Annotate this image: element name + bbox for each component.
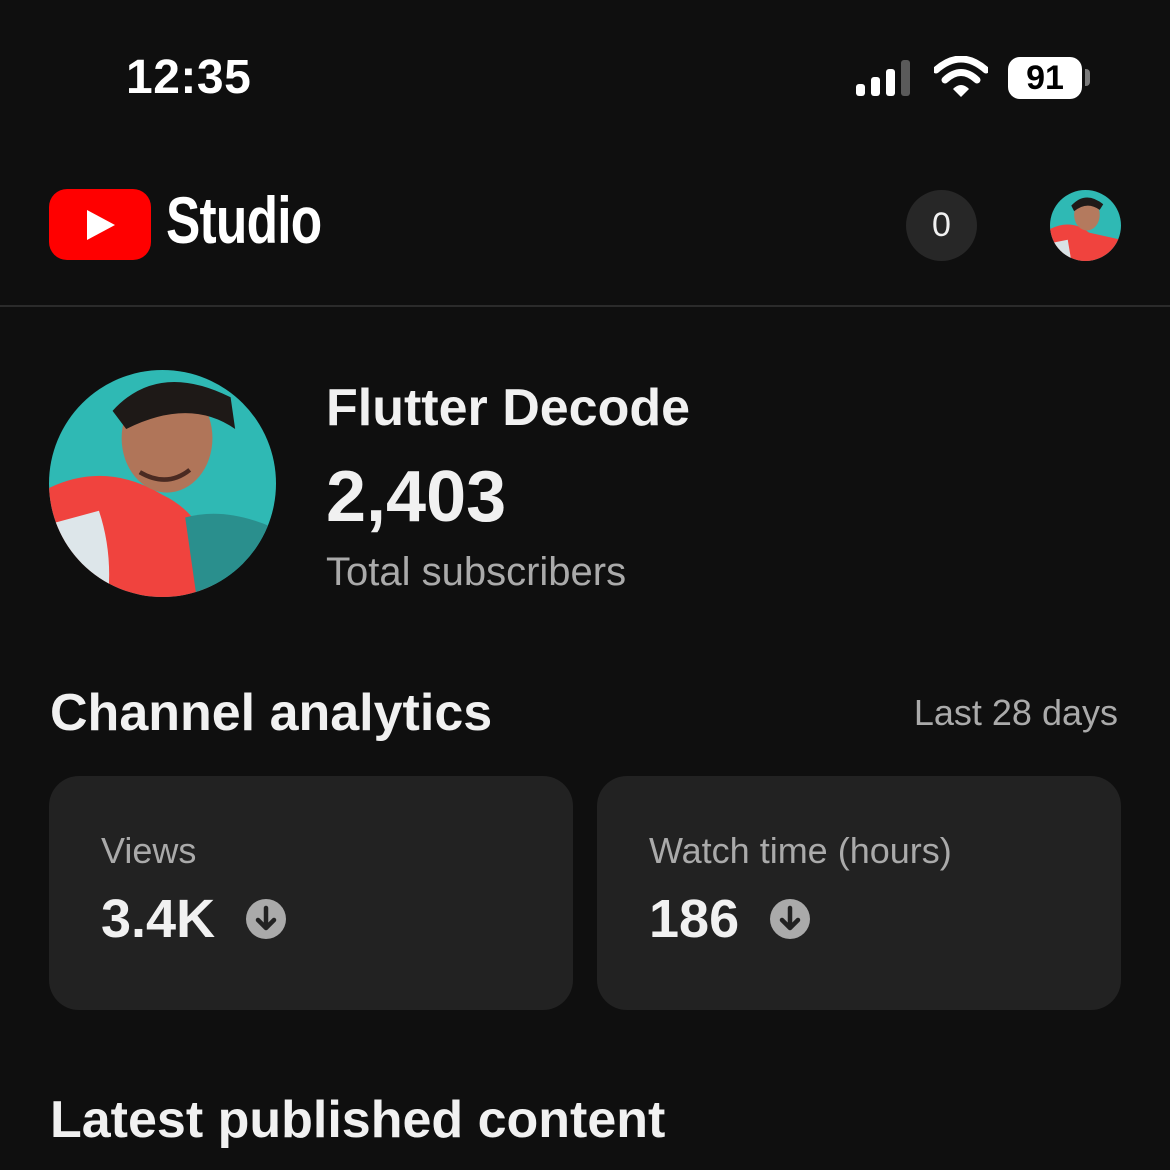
battery-icon: 91 <box>1008 57 1090 99</box>
watch-time-label: Watch time (hours) <box>649 830 952 871</box>
wifi-icon <box>934 56 988 97</box>
watch-time-value: 186 <box>649 889 740 949</box>
period-label: Last 28 days <box>913 692 1118 733</box>
status-time: 12:35 <box>126 51 252 104</box>
trend-down-icon <box>246 899 287 939</box>
subscriber-count: 2,403 <box>326 457 507 537</box>
watch-time-card[interactable]: Watch time (hours) 186 <box>597 776 1121 1010</box>
signal-icon <box>856 60 910 96</box>
views-card[interactable]: Views 3.4K <box>49 776 573 1010</box>
views-label: Views <box>101 830 197 871</box>
channel-avatar[interactable] <box>49 370 276 597</box>
account-avatar[interactable] <box>1050 190 1121 261</box>
channel-analytics-heading: Channel analytics <box>50 684 493 742</box>
channel-name: Flutter Decode <box>326 379 691 437</box>
latest-content-heading: Latest published content <box>50 1091 666 1149</box>
youtube-logo-icon[interactable] <box>49 189 151 260</box>
notification-count-button[interactable]: 0 <box>906 190 977 261</box>
views-value: 3.4K <box>101 889 216 949</box>
subscriber-label: Total subscribers <box>326 550 627 594</box>
studio-brand-label[interactable]: Studio <box>166 182 322 258</box>
trend-down-icon <box>770 899 811 939</box>
battery-level: 91 <box>1008 57 1082 99</box>
header-divider <box>0 305 1170 307</box>
